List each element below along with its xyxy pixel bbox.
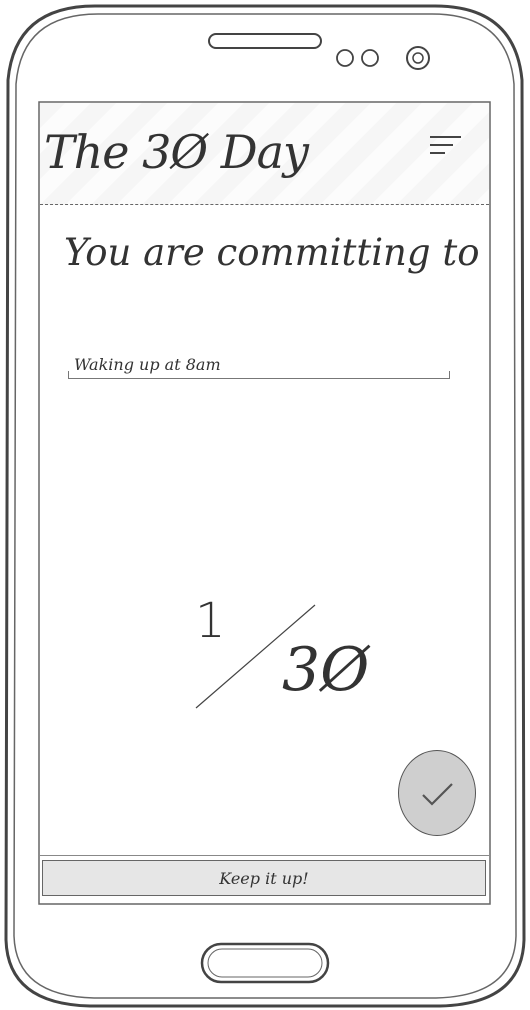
- app-title: The 3Ø Day: [44, 125, 309, 179]
- day-progress: 1 3Ø: [190, 593, 370, 723]
- commitment-input[interactable]: [68, 351, 450, 379]
- input-edge: [449, 371, 450, 379]
- progress-current-day: 1: [195, 593, 226, 649]
- commitment-heading: You are committing to: [64, 231, 480, 274]
- app-bar: The 3Ø Day: [40, 103, 489, 205]
- input-edge: [68, 371, 69, 379]
- complete-day-button[interactable]: [398, 750, 476, 836]
- keep-it-up-button[interactable]: Keep it up!: [42, 860, 486, 896]
- checkmark-icon: [422, 783, 453, 806]
- progress-total-days: 3Ø: [282, 635, 370, 705]
- app-screen: The 3Ø Day You are committing to 1 3Ø Ke…: [40, 103, 489, 903]
- menu-lines-icon[interactable]: [425, 133, 465, 163]
- footer-divider: [40, 855, 489, 856]
